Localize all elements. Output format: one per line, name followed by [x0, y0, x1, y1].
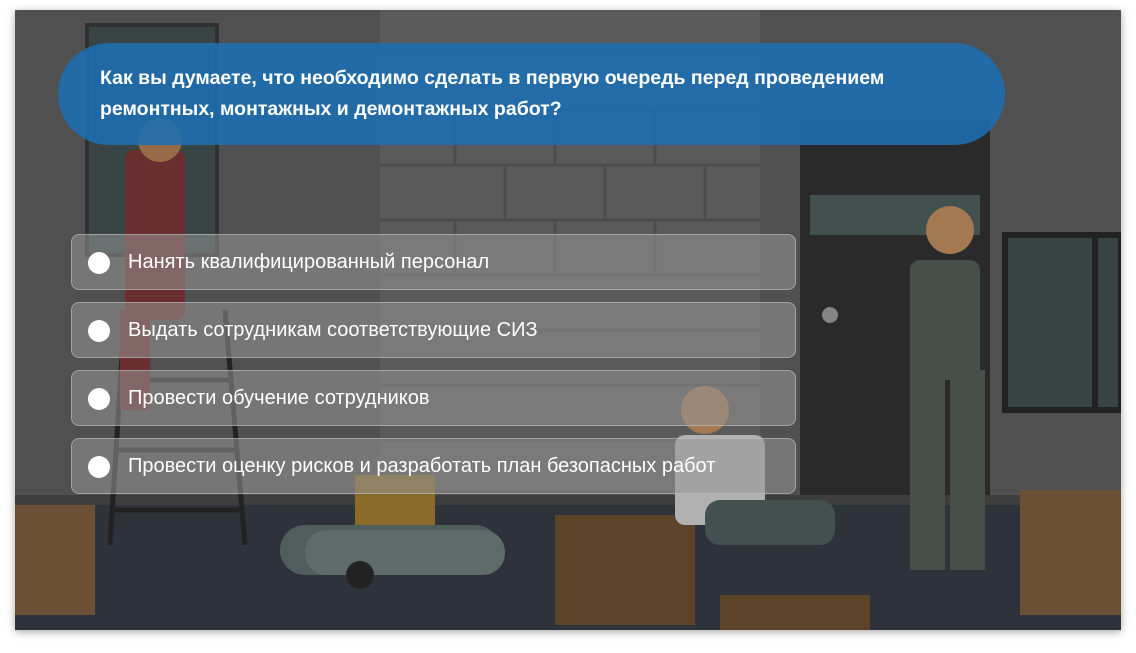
answer-option-1[interactable]: Нанять квалифицированный персонал [71, 234, 796, 290]
answer-option-4[interactable]: Провести оценку рисков и разработать пла… [71, 438, 796, 494]
answer-option-label: Провести оценку рисков и разработать пла… [128, 455, 716, 477]
answer-option-label: Нанять квалифицированный персонал [128, 251, 490, 273]
question-text: Как вы думаете, что необходимо сделать в… [100, 63, 965, 125]
question-bubble: Как вы думаете, что необходимо сделать в… [58, 43, 1005, 145]
answer-option-label: Выдать сотрудникам соответствующие СИЗ [128, 319, 538, 341]
quiz-slide: Как вы думаете, что необходимо сделать в… [15, 10, 1121, 630]
answer-option-3[interactable]: Провести обучение сотрудников [71, 370, 796, 426]
question-line-2: ремонтных, монтажных и демонтажных работ… [100, 98, 562, 120]
radio-button[interactable] [88, 252, 110, 274]
radio-button[interactable] [88, 320, 110, 342]
question-line-1: Как вы думаете, что необходимо сделать в… [100, 67, 885, 89]
answer-option-2[interactable]: Выдать сотрудникам соответствующие СИЗ [71, 302, 796, 358]
radio-button[interactable] [88, 388, 110, 410]
answer-option-label: Провести обучение сотрудников [128, 387, 430, 409]
radio-button[interactable] [88, 456, 110, 478]
